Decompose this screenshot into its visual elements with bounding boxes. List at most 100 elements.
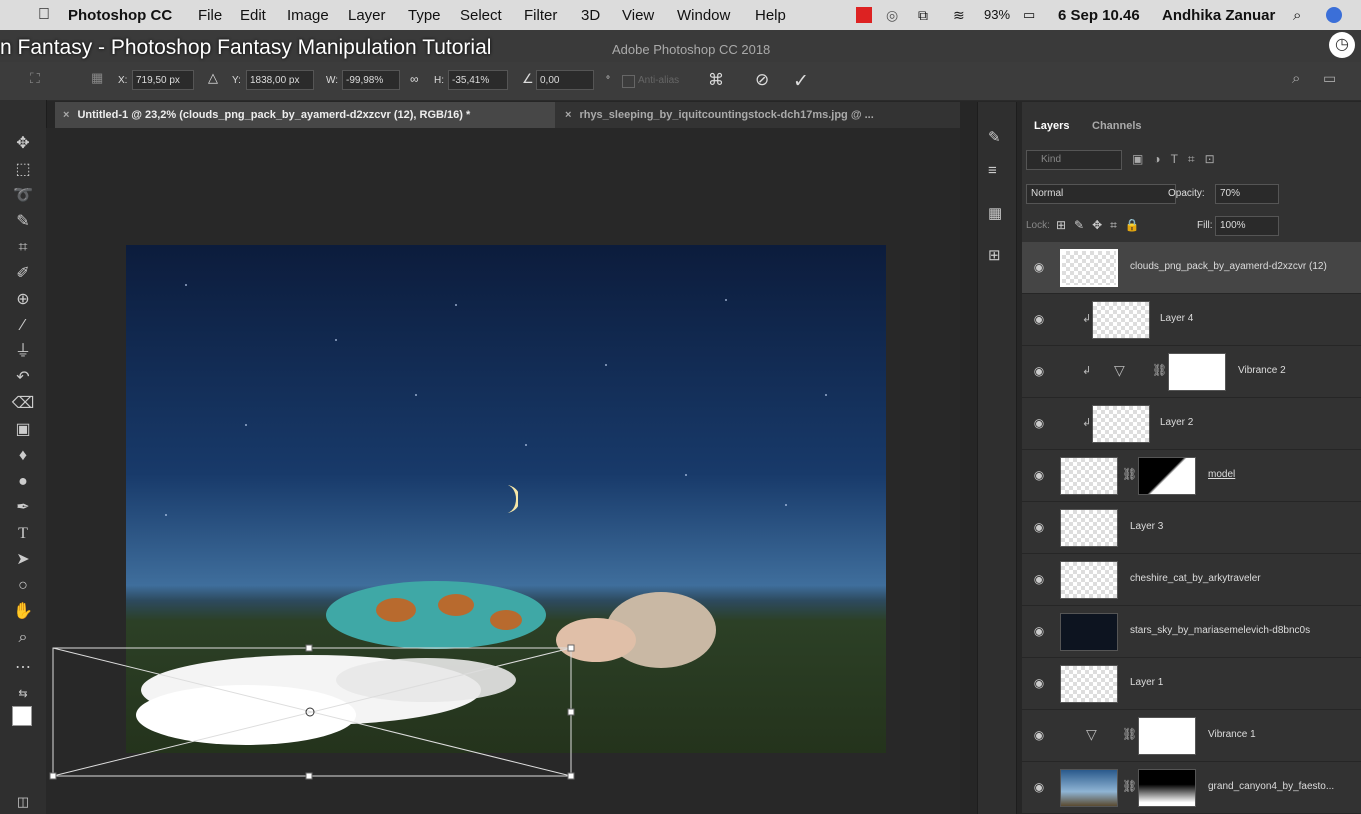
mask-link-icon[interactable]: ⛓: [1122, 779, 1137, 793]
clock-text[interactable]: 6 Sep 10.46: [1058, 7, 1140, 24]
layer-row-layer-1[interactable]: ◉ Layer 1: [1022, 658, 1361, 710]
tab-rhys-sleeping[interactable]: × rhys_sleeping_by_iquitcountingstock-dch…: [557, 102, 960, 128]
lock-icons[interactable]: ⊞✎✥⌗🔒: [1056, 218, 1148, 233]
menu-layer[interactable]: Layer: [348, 7, 386, 24]
search-icon[interactable]: ⌕: [1292, 70, 1300, 87]
layer-row-stars-sky[interactable]: ◉ stars_sky_by_mariasemelevich-d8bnc0s: [1022, 606, 1361, 658]
blend-mode-select[interactable]: Normal: [1026, 184, 1176, 204]
tab-layers[interactable]: Layers: [1034, 120, 1069, 132]
brush-settings-icon[interactable]: ✎: [988, 128, 1001, 146]
document-canvas[interactable]: [126, 245, 886, 753]
opacity-field[interactable]: 70%: [1215, 184, 1279, 204]
adjustments-icon[interactable]: ≡: [988, 162, 997, 179]
pen-tool-icon[interactable]: ✒: [10, 496, 36, 520]
menu-select[interactable]: Select: [460, 7, 502, 24]
mask-link-icon[interactable]: ⛓: [1122, 727, 1137, 741]
x-position-field[interactable]: 719,50 px: [132, 70, 194, 90]
edit-toolbar-icon[interactable]: ⋯: [10, 656, 36, 680]
shape-tool-icon[interactable]: ○: [10, 574, 36, 598]
crop-tool-icon[interactable]: ⌗: [10, 236, 36, 260]
tab-channels[interactable]: Channels: [1092, 120, 1142, 132]
layer-row-grand-canyon[interactable]: ◉ ⛓ grand_canyon4_by_faesto...: [1022, 762, 1361, 814]
type-tool-icon[interactable]: T: [10, 522, 36, 546]
menu-help[interactable]: Help: [755, 7, 786, 24]
menu-edit[interactable]: Edit: [240, 7, 266, 24]
layer-row-layer-2[interactable]: ◉ ↲ Layer 2: [1022, 398, 1361, 450]
app-menu[interactable]: Photoshop CC: [68, 7, 172, 24]
close-tab-icon[interactable]: ×: [557, 109, 579, 121]
layer-row-vibrance-2[interactable]: ◉ ↲ ▽ ⛓ Vibrance 2: [1022, 346, 1361, 398]
dropbox-icon[interactable]: ⧉: [918, 7, 928, 24]
menu-type[interactable]: Type: [408, 7, 441, 24]
eraser-tool-icon[interactable]: ⌫: [10, 392, 36, 416]
menu-window[interactable]: Window: [677, 7, 730, 24]
workspace-icon[interactable]: ▭: [1323, 70, 1336, 87]
path-selection-tool-icon[interactable]: ➤: [10, 548, 36, 572]
layer-row-vibrance-1[interactable]: ◉ ▽ ⛓ Vibrance 1: [1022, 710, 1361, 762]
hand-tool-icon[interactable]: ✋: [10, 600, 36, 624]
clone-stamp-tool-icon[interactable]: ⏚: [10, 340, 36, 364]
layer-row-clouds[interactable]: ◉ clouds_png_pack_by_ayamerd-d2xzcvr (12…: [1022, 242, 1361, 294]
eyedropper-tool-icon[interactable]: ✐: [10, 262, 36, 286]
menu-file[interactable]: File: [198, 7, 222, 24]
fill-field[interactable]: 100%: [1215, 216, 1279, 236]
tool-preset-icon[interactable]: ⛶: [30, 70, 40, 87]
cc-icon[interactable]: ◎: [886, 7, 898, 24]
reference-point-icon[interactable]: ▦: [91, 70, 103, 86]
blur-tool-icon[interactable]: ♦: [10, 444, 36, 468]
apple-menu-icon[interactable]: : [38, 6, 50, 24]
rotate-field[interactable]: 0,00: [536, 70, 594, 90]
visibility-eye-icon[interactable]: ◉: [1032, 572, 1046, 586]
wifi-icon[interactable]: ≋: [953, 7, 965, 24]
menu-image[interactable]: Image: [287, 7, 329, 24]
y-position-field[interactable]: 1838,00 px: [246, 70, 314, 90]
visibility-eye-icon[interactable]: ◉: [1032, 520, 1046, 534]
menu-filter[interactable]: Filter: [524, 7, 557, 24]
spotlight-search-icon[interactable]: ⌕: [1293, 7, 1301, 24]
brush-tool-icon[interactable]: ∕: [10, 314, 36, 338]
visibility-eye-icon[interactable]: ◉: [1032, 728, 1046, 742]
warp-mode-icon[interactable]: ⌘: [708, 70, 724, 90]
link-proportions-icon[interactable]: ∞: [410, 72, 419, 86]
menu-3d[interactable]: 3D: [581, 7, 600, 24]
lasso-tool-icon[interactable]: ➰: [10, 184, 36, 208]
visibility-eye-icon[interactable]: ◉: [1032, 780, 1046, 794]
history-brush-tool-icon[interactable]: ↶: [10, 366, 36, 390]
swap-colors-icon[interactable]: ⇆: [10, 682, 36, 706]
quick-mask-icon[interactable]: ◫: [10, 790, 36, 814]
libraries-icon[interactable]: ⊞: [988, 246, 1001, 264]
zoom-tool-icon[interactable]: ⌕: [10, 626, 36, 650]
layer-row-model[interactable]: ◉ ⛓ model: [1022, 450, 1361, 502]
visibility-eye-icon[interactable]: ◉: [1032, 364, 1046, 378]
mask-link-icon[interactable]: ⛓: [1152, 363, 1167, 377]
tab-untitled-1[interactable]: × Untitled-1 @ 23,2% (clouds_png_pack_by_…: [55, 102, 555, 128]
user-name[interactable]: Andhika Zanuar: [1162, 7, 1275, 24]
layer-row-layer-4[interactable]: ◉ ↲ Layer 4: [1022, 294, 1361, 346]
layer-row-cheshire-cat[interactable]: ◉ cheshire_cat_by_arkytraveler: [1022, 554, 1361, 606]
record-icon[interactable]: [856, 7, 872, 23]
gradient-tool-icon[interactable]: ▣: [10, 418, 36, 442]
antialias-checkbox[interactable]: [622, 75, 635, 88]
battery-icon[interactable]: ▭: [1023, 7, 1035, 23]
visibility-eye-icon[interactable]: ◉: [1032, 624, 1046, 638]
move-tool-icon[interactable]: ✥: [10, 132, 36, 156]
mask-link-icon[interactable]: ⛓: [1122, 467, 1137, 481]
commit-transform-icon[interactable]: ✓: [793, 70, 809, 93]
close-tab-icon[interactable]: ×: [55, 109, 77, 121]
quick-selection-tool-icon[interactable]: ✎: [10, 210, 36, 234]
visibility-eye-icon[interactable]: ◉: [1032, 468, 1046, 482]
siri-icon[interactable]: [1326, 7, 1342, 23]
visibility-eye-icon[interactable]: ◉: [1032, 260, 1046, 274]
visibility-eye-icon[interactable]: ◉: [1032, 416, 1046, 430]
visibility-eye-icon[interactable]: ◉: [1032, 312, 1046, 326]
layer-filter-icons[interactable]: ▣◑T⌗⊡: [1132, 152, 1225, 167]
healing-brush-tool-icon[interactable]: ⊕: [10, 288, 36, 312]
dodge-tool-icon[interactable]: ●: [10, 470, 36, 494]
swatches-grid-icon[interactable]: ▦: [988, 204, 1002, 222]
cancel-transform-icon[interactable]: ⊘: [755, 70, 769, 90]
watch-later-icon[interactable]: ◷: [1329, 32, 1355, 58]
height-field[interactable]: -35,41%: [448, 70, 508, 90]
width-field[interactable]: -99,98%: [342, 70, 400, 90]
visibility-eye-icon[interactable]: ◉: [1032, 676, 1046, 690]
filter-kind-select[interactable]: Kind: [1026, 150, 1122, 170]
